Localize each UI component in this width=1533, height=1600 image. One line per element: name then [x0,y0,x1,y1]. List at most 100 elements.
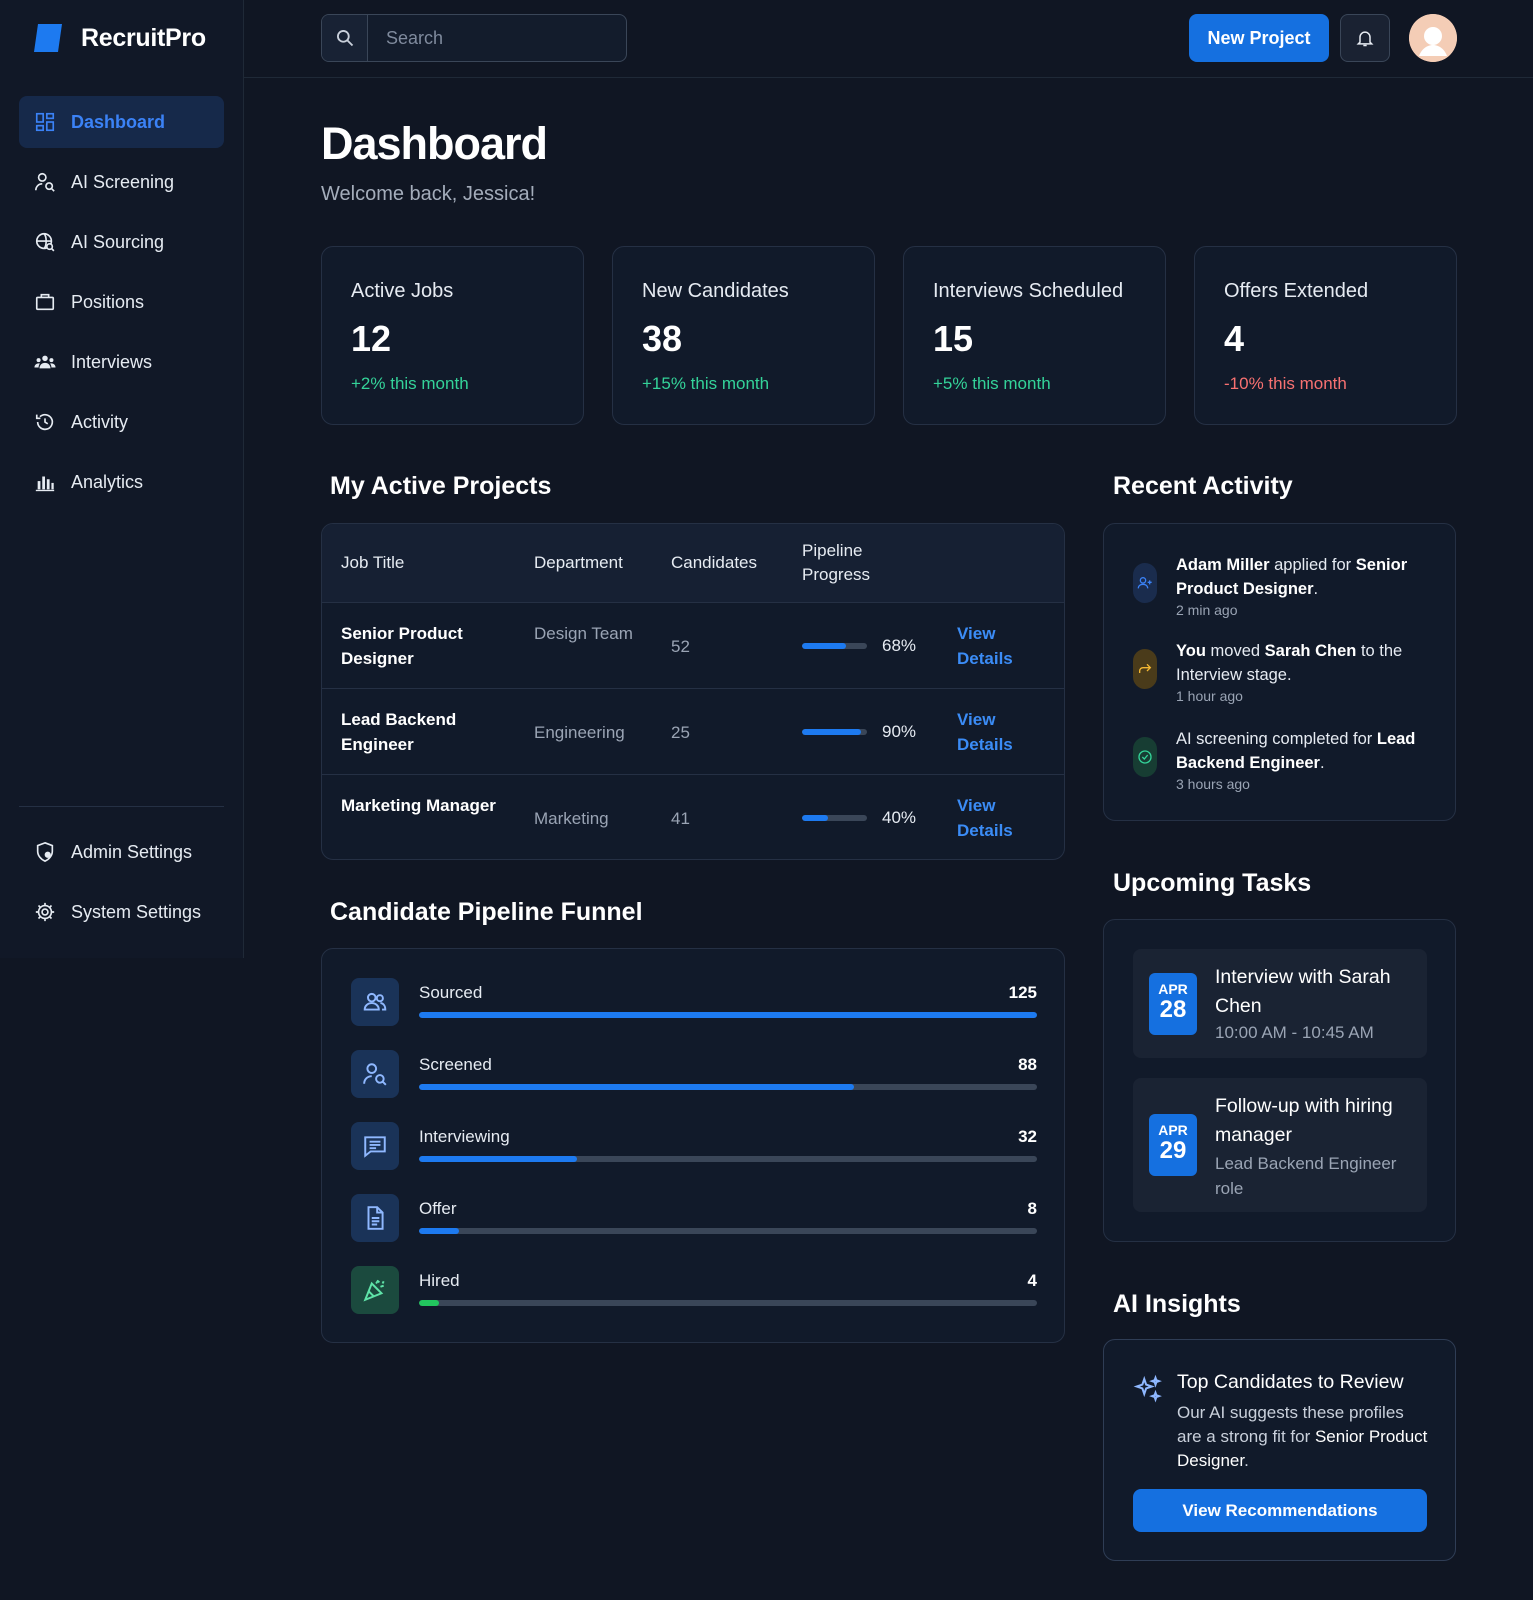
stat-delta: +5% this month [933,374,1051,393]
funnel-stage-count: 125 [1008,983,1037,1002]
activity-verb: applied for [1269,556,1356,574]
task-item[interactable]: APR 29 Follow-up with hiring manager Lea… [1133,1078,1427,1212]
view-details-link[interactable]: View Details [957,621,1037,671]
progress-percent: 90% [882,722,917,741]
funnel-stage-label: Screened [419,1055,492,1074]
view-details-link[interactable]: View Details [957,793,1037,843]
column-header-department: Department [534,553,623,572]
job-title-cell[interactable]: Marketing Manager [341,793,501,818]
funnel-stage-interviewing: Interviewing 32 [351,1122,1037,1170]
funnel-stage-label: Hired [419,1271,460,1290]
funnel-fill [419,1300,439,1306]
funnel-stage-count: 4 [1027,1271,1037,1290]
sidebar-item-activity[interactable]: Activity [19,396,224,448]
sidebar-item-label: Dashboard [71,111,166,132]
sidebar-item-label: AI Sourcing [71,231,165,252]
activity-time: 1 hour ago [1176,688,1243,704]
projects-table: Job Title Department Candidates Pipeline… [321,523,1065,860]
sidebar-item-interviews[interactable]: Interviews [19,336,224,388]
chat-icon [351,1122,399,1170]
sidebar-item-admin-settings[interactable]: Admin Settings [19,826,224,878]
user-avatar[interactable] [1409,14,1457,62]
search-box[interactable] [321,14,627,62]
dashboard-icon [35,112,55,132]
pipeline-funnel: Sourced 125 Screened 88 Interviewing 32 … [321,948,1065,1343]
sidebar-item-ai-screening[interactable]: AI Screening [19,156,224,208]
job-title-cell[interactable]: Lead Backend Engineer [341,707,501,757]
column-header-pipeline-progress: Pipeline Progress [802,541,871,584]
funnel-stage-screened: Screened 88 [351,1050,1037,1098]
activity-actor: You [1176,642,1206,660]
sidebar-item-label: Admin Settings [71,841,193,862]
task-date-badge: APR 29 [1149,1114,1197,1176]
task-title: Interview with Sarah Chen [1215,966,1391,1017]
sidebar-bottom-nav: Admin Settings System Settings [19,826,224,946]
gear-icon [35,902,55,922]
sidebar-item-dashboard[interactable]: Dashboard [19,96,224,148]
sidebar-item-system-settings[interactable]: System Settings [19,886,224,938]
briefcase-icon [35,293,55,311]
job-title-cell[interactable]: Senior Product Designer [341,621,501,671]
table-row: Senior Product Designer Design Team 52 6… [322,603,1064,689]
activity-verb: AI screening completed for [1176,730,1377,748]
user-plus-icon [1133,563,1157,603]
funnel-stage-hired: Hired 4 [351,1266,1037,1314]
search-input[interactable] [368,15,626,61]
pipeline-progress-bar [802,729,867,735]
people-icon [34,355,56,369]
funnel-fill [419,1156,578,1162]
insights-section-title: AI Insights [1113,1290,1241,1318]
notifications-button[interactable] [1340,14,1390,62]
progress-fill [802,643,847,649]
sidebar-item-ai-sourcing[interactable]: AI Sourcing [19,216,224,268]
celebration-icon [351,1266,399,1314]
sidebar-item-analytics[interactable]: Analytics [19,456,224,508]
check-circle-icon [1133,737,1157,777]
funnel-stage-bar [419,1084,1037,1090]
sidebar-item-label: Positions [71,291,145,312]
funnel-fill [419,1228,459,1234]
history-icon [35,413,54,431]
funnel-stage-bar [419,1156,1037,1162]
funnel-stage-count: 88 [1018,1055,1037,1074]
candidates-cell: 41 [671,809,690,828]
funnel-section-title: Candidate Pipeline Funnel [330,898,643,926]
table-row: Lead Backend Engineer Engineering 25 90%… [322,689,1064,775]
stat-delta: -10% this month [1224,374,1347,393]
task-item[interactable]: APR 28 Interview with Sarah Chen 10:00 A… [1133,949,1427,1058]
activity-text: Adam Miller applied for Senior Product D… [1176,553,1436,619]
task-day: 29 [1159,1137,1187,1164]
insight-title: Top Candidates to Review [1177,1371,1404,1393]
search-icon[interactable] [322,15,368,61]
view-details-link[interactable]: View Details [957,707,1037,757]
view-recommendations-button[interactable]: View Recommendations [1133,1489,1427,1532]
bell-icon [1356,31,1374,47]
sidebar: RecruitPro Dashboard AI Screening AI Sou… [0,0,244,958]
table-row: Marketing Manager Marketing 41 40% View … [322,775,1064,859]
activity-time: 3 hours ago [1176,776,1250,792]
sidebar-item-positions[interactable]: Positions [19,276,224,328]
stat-label: Interviews Scheduled [933,280,1124,302]
activity-section-title: Recent Activity [1113,472,1293,500]
task-month: APR [1158,981,1188,997]
stat-delta: +15% this month [642,374,770,393]
activity-end: . [1319,754,1325,772]
new-project-button[interactable]: New Project [1189,14,1329,62]
insight-end: . [1244,1451,1249,1470]
funnel-fill [419,1084,855,1090]
department-cell: Engineering [534,723,625,742]
table-header: Job Title Department Candidates Pipeline… [322,524,1064,603]
forward-icon [1133,649,1157,689]
brand[interactable]: RecruitPro [32,22,206,54]
funnel-stage-label: Interviewing [419,1127,510,1146]
globe-search-icon [35,232,55,252]
stat-value: 12 [351,318,392,359]
brand-name: RecruitPro [81,23,206,52]
stat-value: 4 [1224,318,1245,359]
sidebar-nav: Dashboard AI Screening AI Sourcing Posit… [19,96,224,516]
funnel-fill [419,1012,1037,1018]
funnel-stage-bar [419,1012,1037,1018]
sidebar-item-label: AI Screening [71,171,175,192]
stat-value: 15 [933,318,974,359]
column-header-candidates: Candidates [671,553,758,572]
